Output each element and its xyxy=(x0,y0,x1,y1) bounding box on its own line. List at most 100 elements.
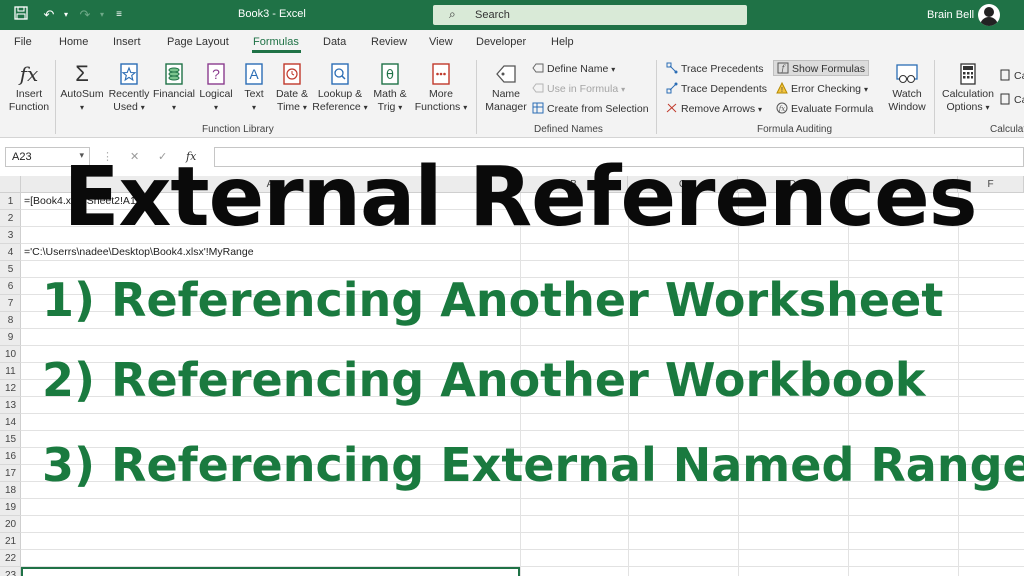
tab-insert[interactable]: Insert xyxy=(113,36,141,48)
row-header[interactable]: 17 xyxy=(0,465,21,482)
define-name-dropdown-icon: ▾ xyxy=(611,65,616,74)
avatar[interactable] xyxy=(978,4,1000,26)
undo-icon[interactable]: ↶ xyxy=(40,6,58,24)
trace-dependents-label: Trace Dependents xyxy=(681,83,767,95)
user-name[interactable]: Brain Bell xyxy=(927,9,974,21)
trace-dependents-button[interactable]: Trace Dependents xyxy=(666,81,767,97)
redo-icon[interactable]: ↷ xyxy=(76,6,94,24)
row-header[interactable]: 12 xyxy=(0,380,21,397)
undo-dropdown-icon[interactable]: ▾ xyxy=(57,6,75,24)
autosum-button[interactable]: Σ AutoSum ▾ xyxy=(58,62,106,114)
calculation-options-label-1: Calculation xyxy=(942,88,994,100)
name-manager-label-2: Manager xyxy=(485,101,527,113)
remove-arrows-label: Remove Arrows xyxy=(681,103,756,115)
row-header[interactable]: 22 xyxy=(0,550,21,567)
evaluate-formula-button[interactable]: fx Evaluate Formula xyxy=(776,101,873,117)
ribbon: fx Insert Function Σ AutoSum ▾ Recently … xyxy=(0,56,1024,138)
row-header[interactable]: 8 xyxy=(0,312,21,329)
lookup-reference-button[interactable]: Lookup & Reference ▾ xyxy=(312,62,368,114)
lookup-reference-label-1: Lookup & xyxy=(317,88,363,100)
overlay-item-3: 3) Referencing External Named Ranges xyxy=(42,438,1024,492)
create-from-selection-label: Create from Selection xyxy=(547,103,649,115)
evaluate-formula-label: Evaluate Formula xyxy=(791,103,874,115)
customize-toolbar-icon[interactable]: ≡ xyxy=(110,6,128,24)
redo-dropdown-icon[interactable]: ▾ xyxy=(93,6,111,24)
watch-window-label-2: Window xyxy=(888,101,926,113)
use-in-formula-button[interactable]: Use in Formula ▾ xyxy=(532,81,625,97)
active-tab-indicator xyxy=(252,50,301,53)
avatar-head xyxy=(984,7,994,17)
row-header[interactable]: 9 xyxy=(0,329,21,346)
remove-arrows-button[interactable]: Remove Arrows ▾ xyxy=(666,101,762,117)
tab-home[interactable]: Home xyxy=(59,36,88,48)
sigma-icon: Σ xyxy=(75,61,89,86)
row-header[interactable]: 7 xyxy=(0,295,21,312)
tag-small-disabled-icon xyxy=(532,83,544,93)
define-name-button[interactable]: Define Name ▾ xyxy=(532,61,615,77)
row-header[interactable]: 6 xyxy=(0,278,21,295)
row-header[interactable]: 16 xyxy=(0,448,21,465)
row-header[interactable]: 23 xyxy=(0,567,21,576)
tab-data[interactable]: Data xyxy=(323,36,346,48)
row-gridline xyxy=(21,549,1024,550)
tab-help[interactable]: Help xyxy=(551,36,574,48)
logical-button[interactable]: ? Logical ▾ xyxy=(196,62,236,114)
insert-function-button[interactable]: fx Insert Function xyxy=(6,62,52,114)
tab-developer[interactable]: Developer xyxy=(476,36,526,48)
financial-dropdown-icon: ▾ xyxy=(171,103,176,112)
save-icon-svg xyxy=(14,6,28,20)
tag-icon xyxy=(496,65,516,83)
evaluate-formula-icon: fx xyxy=(776,102,788,114)
row-header[interactable]: 13 xyxy=(0,397,21,414)
show-formulas-button[interactable]: f Show Formulas xyxy=(773,60,869,76)
error-checking-button[interactable]: ! Error Checking ▾ xyxy=(776,81,868,97)
row-header[interactable]: 10 xyxy=(0,346,21,363)
row-gridline xyxy=(21,498,1024,499)
row-gridline xyxy=(21,430,1024,431)
row-header[interactable]: 21 xyxy=(0,533,21,550)
tab-formulas[interactable]: Formulas xyxy=(253,36,299,48)
error-checking-label: Error Checking xyxy=(791,83,862,95)
tab-review[interactable]: Review xyxy=(371,36,407,48)
grid-small-icon xyxy=(532,102,544,114)
logical-dropdown-icon: ▾ xyxy=(213,103,218,112)
recently-used-button[interactable]: Recently Used ▾ xyxy=(106,62,152,114)
create-from-selection-button[interactable]: Create from Selection xyxy=(532,101,649,117)
search-box[interactable]: ⌕ Search xyxy=(433,5,747,25)
calculation-options-button[interactable]: Calculation Options ▾ xyxy=(940,62,996,114)
selected-cell-a23[interactable] xyxy=(21,567,520,576)
calculate-now-button[interactable]: Ca xyxy=(999,68,1024,84)
date-time-button[interactable]: Date & Time ▾ xyxy=(272,62,312,114)
row-header[interactable]: 20 xyxy=(0,516,21,533)
row-header[interactable]: 14 xyxy=(0,414,21,431)
financial-button[interactable]: Financial ▾ xyxy=(152,62,196,114)
calculate-sheet-button[interactable]: Ca xyxy=(999,92,1024,108)
theta-book-icon: θ xyxy=(381,63,399,85)
watch-window-button[interactable]: Watch Window xyxy=(884,62,930,114)
more-functions-button[interactable]: More Functions ▾ xyxy=(412,62,470,114)
trace-precedents-button[interactable]: Trace Precedents xyxy=(666,61,763,77)
save-icon[interactable] xyxy=(12,6,30,24)
function-library-group-label: Function Library xyxy=(202,124,274,135)
tab-file[interactable]: File xyxy=(14,36,32,48)
insert-function-label-1: Insert xyxy=(15,88,43,100)
question-book-icon: ? xyxy=(207,63,225,85)
math-trig-button[interactable]: θ Math & Trig ▾ xyxy=(368,62,412,114)
calculation-options-dropdown-icon: ▾ xyxy=(985,103,990,112)
text-functions-button[interactable]: A Text ▾ xyxy=(236,62,272,114)
row-header[interactable]: 15 xyxy=(0,431,21,448)
row-header[interactable]: 18 xyxy=(0,482,21,499)
row-header[interactable]: 11 xyxy=(0,363,21,380)
row-gridline xyxy=(21,328,1024,329)
name-manager-button[interactable]: Name Manager xyxy=(481,62,531,114)
row-header[interactable]: 5 xyxy=(0,261,21,278)
row-header[interactable]: 19 xyxy=(0,499,21,516)
document-title: Book3 - Excel xyxy=(238,8,306,20)
calculation-options-label-2: Options xyxy=(946,101,983,113)
date-time-label-2: Time xyxy=(277,101,300,113)
ribbon-tabs: File Home Insert Page Layout Formulas Da… xyxy=(0,30,1024,56)
tab-view[interactable]: View xyxy=(429,36,453,48)
tab-page-layout[interactable]: Page Layout xyxy=(167,36,229,48)
coins-book-icon xyxy=(165,63,183,85)
trace-dependents-icon xyxy=(666,82,678,94)
